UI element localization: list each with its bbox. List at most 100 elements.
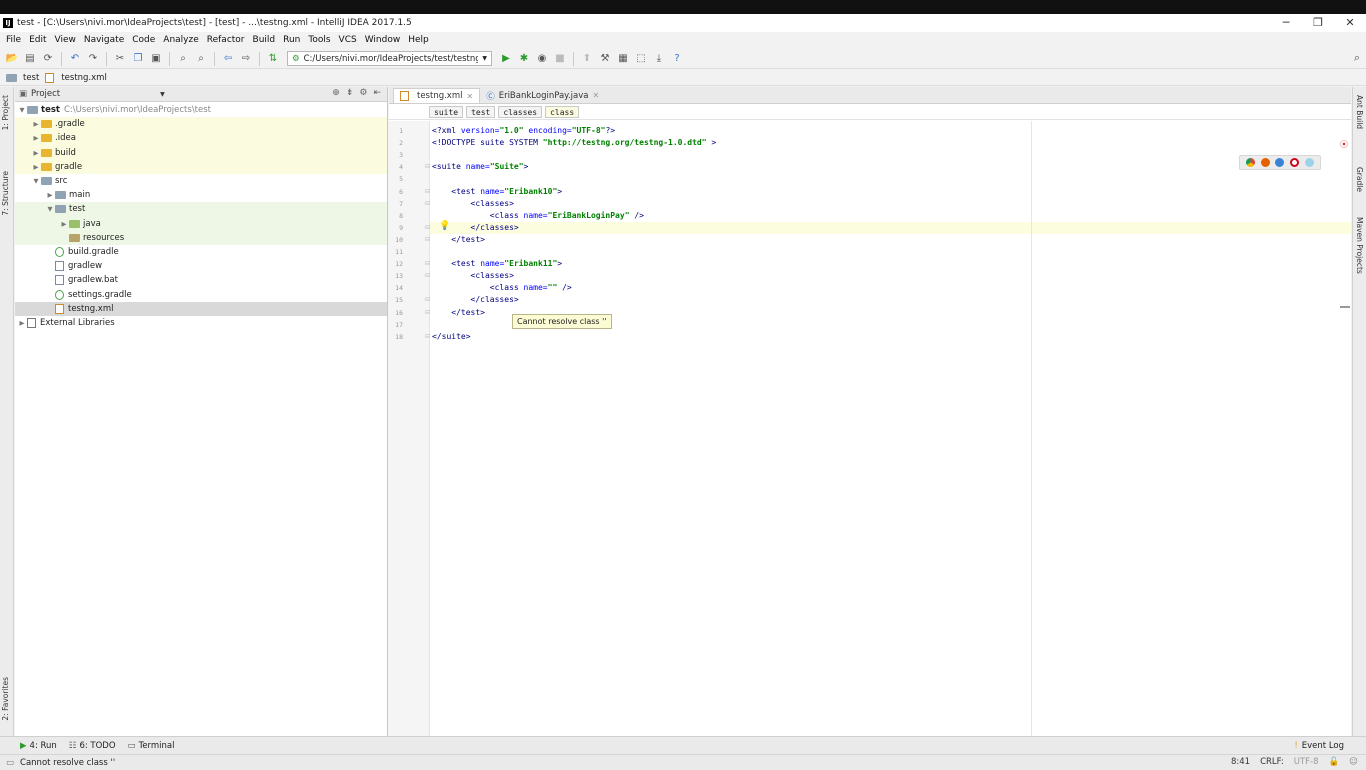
fold-marker-icon[interactable]: ⊟ (425, 296, 430, 303)
breadcrumb-class[interactable]: class (545, 105, 580, 118)
cut-icon[interactable]: ✂ (112, 51, 128, 67)
menu-code[interactable]: Code (128, 35, 159, 45)
menu-help[interactable]: Help (404, 35, 433, 45)
tree-item[interactable]: ▼ test (15, 202, 387, 217)
tree-item[interactable]: build.gradle (15, 245, 387, 259)
sdk-manager-icon[interactable]: ⤓ (651, 51, 667, 67)
tool-tab-ant-build[interactable]: Ant Build (1355, 95, 1364, 129)
safari-icon[interactable] (1275, 158, 1285, 167)
fold-marker-icon[interactable]: ⊟ (425, 188, 430, 195)
menu-analyze[interactable]: Analyze (159, 35, 202, 45)
code-line[interactable]: <classes> (432, 270, 514, 282)
menu-file[interactable]: File (2, 35, 25, 45)
chevron-down-icon[interactable]: ▼ (160, 91, 165, 98)
chevron-right-icon[interactable]: ▶ (31, 134, 41, 142)
nav-crumb-project[interactable]: test (6, 73, 39, 83)
open-icon[interactable]: 📂 (4, 51, 20, 67)
nav-crumb-file[interactable]: testng.xml (45, 72, 107, 83)
line-separator[interactable]: CRLF: (1260, 757, 1284, 767)
close-tab-icon[interactable]: ✕ (593, 91, 600, 100)
vcs-icon[interactable]: ⬆ (579, 51, 595, 67)
code-line[interactable]: </test> (432, 234, 485, 246)
caret-position[interactable]: 8:41 (1231, 757, 1250, 767)
tree-item[interactable]: ▼ src (15, 174, 387, 188)
chevron-right-icon[interactable]: ▶ (31, 120, 41, 128)
close-tab-icon[interactable]: ✕ (466, 92, 473, 101)
tool-tab-run[interactable]: ▶ 4: Run (20, 741, 57, 751)
scroll-marker[interactable] (1340, 306, 1350, 308)
chevron-down-icon[interactable]: ▼ (31, 177, 41, 185)
error-indicator-icon[interactable]: ⦿ (1340, 139, 1348, 150)
fold-marker-icon[interactable]: ⊟ (425, 272, 430, 279)
menu-vcs[interactable]: VCS (335, 35, 361, 45)
tool-tab-structure[interactable]: 7: Structure (1, 171, 10, 216)
undo-icon[interactable]: ↶ (67, 51, 83, 67)
file-encoding[interactable]: UTF-8 (1294, 757, 1319, 767)
breadcrumb-classes[interactable]: classes (498, 105, 543, 118)
replace-icon[interactable]: ⌕ (193, 51, 209, 67)
tool-tab-terminal[interactable]: ▭ Terminal (128, 741, 175, 751)
tree-item[interactable]: ▶ java (15, 216, 387, 231)
tool-tab-maven-projects[interactable]: Maven Projects (1355, 217, 1364, 274)
sync-icon[interactable]: ⟳ (40, 51, 56, 67)
chevron-down-icon[interactable]: ▼ (17, 106, 27, 114)
fold-marker-icon[interactable]: ⊟ (425, 333, 430, 340)
tree-item[interactable]: resources (15, 230, 387, 245)
tool-tab-todo[interactable]: ☷ 6: TODO (69, 741, 116, 751)
redo-icon[interactable]: ↷ (85, 51, 101, 67)
forward-icon[interactable]: ⇨ (238, 51, 254, 67)
tool-tab-project[interactable]: 1: Project (1, 95, 10, 130)
back-icon[interactable]: ⇦ (220, 51, 236, 67)
menu-window[interactable]: Window (361, 35, 405, 45)
tree-item[interactable]: ▶ build (15, 145, 387, 160)
opera-icon[interactable] (1290, 158, 1300, 167)
close-button[interactable]: ✕ (1334, 14, 1366, 32)
fold-marker-icon[interactable]: ⊟ (425, 224, 430, 231)
save-icon[interactable]: ▤ (22, 51, 38, 67)
fold-marker-icon[interactable]: ⊟ (425, 309, 430, 316)
project-structure-icon[interactable]: ▦ (615, 51, 631, 67)
gear-icon[interactable]: ⚙ (359, 88, 367, 98)
menu-refactor[interactable]: Refactor (203, 35, 249, 45)
tab-eribankloginpay-java[interactable]: Ⓒ EriBankLoginPay.java ✕ (480, 88, 605, 103)
tree-item[interactable]: ▼ test C:\Users\nivi.mor\IdeaProjects\test (15, 103, 387, 117)
tool-tab-favorites[interactable]: 2: Favorites (1, 677, 10, 721)
scroll-from-source-icon[interactable]: ⊕ (332, 88, 340, 98)
tool-tab-event-log[interactable]: ! Event Log (1294, 741, 1344, 751)
fold-marker-icon[interactable]: ⊟ (425, 200, 430, 207)
run-configuration-select[interactable]: ⚙ C:/Users/nivi.mor/IdeaProjects/test/te… (287, 51, 492, 66)
search-everywhere-icon[interactable]: ⌕ (1354, 51, 1360, 65)
tree-item[interactable]: settings.gradle (15, 287, 387, 301)
code-line[interactable]: </classes> (432, 222, 519, 234)
run-icon[interactable]: ▶ (498, 51, 514, 67)
fold-marker-icon[interactable]: ⊟ (425, 260, 430, 267)
chrome-icon[interactable] (1245, 158, 1255, 167)
find-icon[interactable]: ⌕ (175, 51, 191, 67)
code-line[interactable]: </classes> (432, 294, 519, 306)
code-line[interactable]: <!DOCTYPE suite SYSTEM "http://testng.or… (432, 137, 716, 149)
inspector-icon[interactable]: ☺ (1349, 757, 1358, 767)
code-line[interactable]: <class name="EriBankLoginPay" /> (432, 210, 644, 222)
menu-tools[interactable]: Tools (304, 35, 334, 45)
tree-item[interactable]: testng.xml (15, 301, 387, 316)
tool-tab-gradle[interactable]: Gradle (1355, 167, 1364, 192)
firefox-icon[interactable] (1260, 158, 1270, 167)
chevron-down-icon[interactable]: ▼ (45, 205, 55, 213)
menu-edit[interactable]: Edit (25, 35, 50, 45)
tab-testng-xml[interactable]: testng.xml ✕ (393, 88, 481, 103)
tree-item[interactable]: ▶ gradle (15, 159, 387, 174)
menu-build[interactable]: Build (249, 35, 280, 45)
tree-item[interactable]: ▶ .idea (15, 131, 387, 146)
code-line[interactable]: <classes> (432, 198, 514, 210)
breadcrumb-test[interactable]: test (466, 105, 496, 118)
code-line[interactable]: </test> (432, 307, 485, 319)
code-line[interactable]: </suite> (432, 331, 471, 343)
tree-item[interactable]: ▶ External Libraries (15, 316, 387, 330)
code-line[interactable]: <test name="Eribank10"> (432, 186, 562, 198)
chevron-right-icon[interactable]: ▶ (59, 220, 69, 228)
settings-icon[interactable]: ⚒ (597, 51, 613, 67)
project-view-select[interactable]: Project (31, 89, 60, 99)
breadcrumb-suite[interactable]: suite (429, 105, 464, 118)
chevron-right-icon[interactable]: ▶ (17, 319, 27, 327)
ie-icon[interactable] (1305, 158, 1315, 167)
